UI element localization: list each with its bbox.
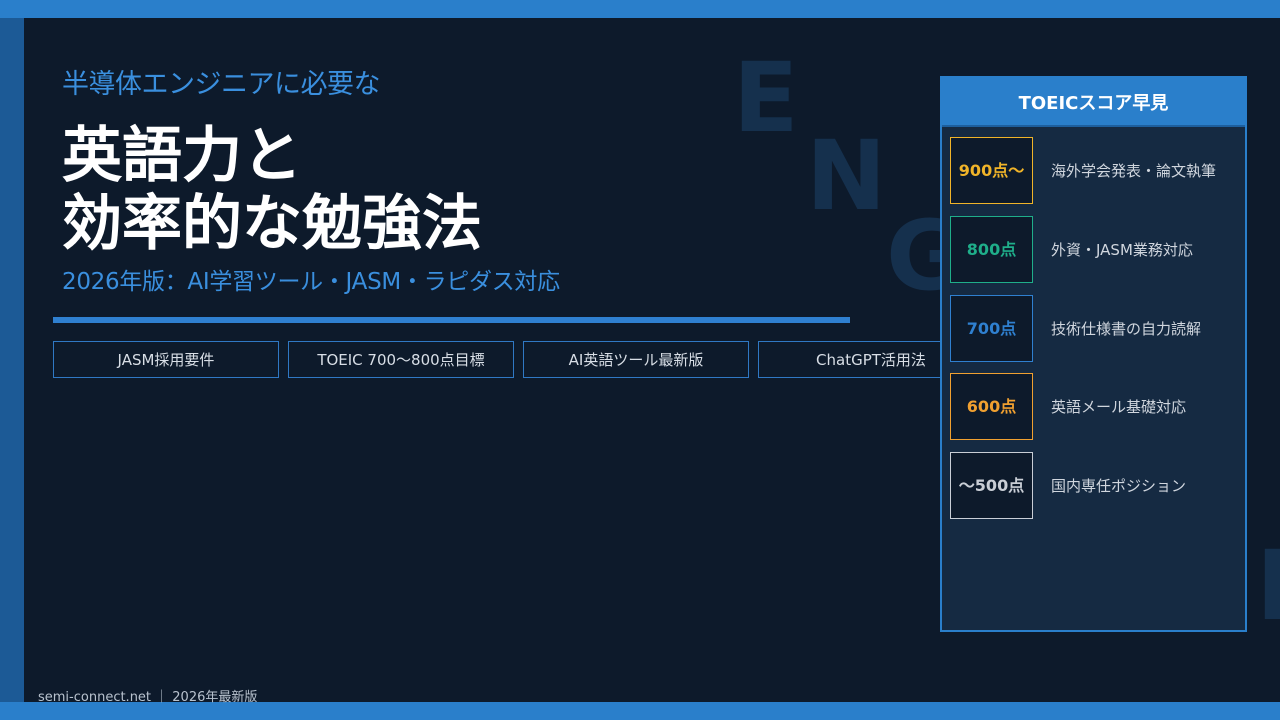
score-row: 700点 技術仕様書の自力読解 — [950, 295, 1240, 362]
score-description: 英語メール基礎対応 — [1051, 398, 1187, 416]
panel-title: TOEICスコア早見 — [942, 78, 1245, 127]
toeic-score-panel: TOEICスコア早見 900点〜 海外学会発表・論文執筆 800点 外資・JAS… — [940, 76, 1247, 632]
score-badge: 700点 — [950, 295, 1033, 362]
tag-list: JASM採用要件 TOEIC 700〜800点目標 AI英語ツール最新版 Cha… — [53, 341, 943, 379]
watermark-letter-n: N — [806, 120, 887, 232]
tag-ai-tools: AI英語ツール最新版 — [523, 341, 749, 378]
title-line-2: 効率的な勉強法 — [62, 189, 482, 259]
score-description: 国内専任ポジション — [1051, 477, 1187, 495]
score-badge: 〜500点 — [950, 452, 1033, 519]
title-divider — [53, 317, 850, 323]
page-subtitle: 半導体エンジニアに必要な — [62, 69, 381, 100]
score-row: 600点 英語メール基礎対応 — [950, 373, 1240, 440]
score-badge: 800点 — [950, 216, 1033, 283]
tag-chatgpt: ChatGPT活用法 — [758, 341, 943, 378]
tag-jasm: JASM採用要件 — [53, 341, 279, 378]
top-accent-bar — [0, 0, 1280, 18]
tag-toeic-target: TOEIC 700〜800点目標 — [288, 341, 514, 378]
page-title: 英語力と 効率的な勉強法 — [62, 122, 482, 258]
watermark-letter-e: E — [733, 42, 799, 154]
score-badge: 900点〜 — [950, 137, 1033, 204]
score-description: 技術仕様書の自力読解 — [1051, 320, 1202, 338]
footer-text: semi-connect.net ｜ 2026年最新版 — [38, 690, 258, 705]
score-badge: 600点 — [950, 373, 1033, 440]
score-row: 800点 外資・JASM業務対応 — [950, 216, 1240, 283]
watermark-letter-h: H — [1256, 538, 1280, 634]
title-line-1: 英語力と — [62, 121, 302, 191]
score-row: 〜500点 国内専任ポジション — [950, 452, 1240, 519]
score-description: 外資・JASM業務対応 — [1051, 241, 1193, 259]
score-row: 900点〜 海外学会発表・論文執筆 — [950, 137, 1240, 204]
left-accent-bar — [0, 18, 24, 702]
score-description: 海外学会発表・論文執筆 — [1051, 162, 1217, 180]
edition-label: 2026年版：AI学習ツール・JASM・ラピダス対応 — [62, 269, 560, 295]
